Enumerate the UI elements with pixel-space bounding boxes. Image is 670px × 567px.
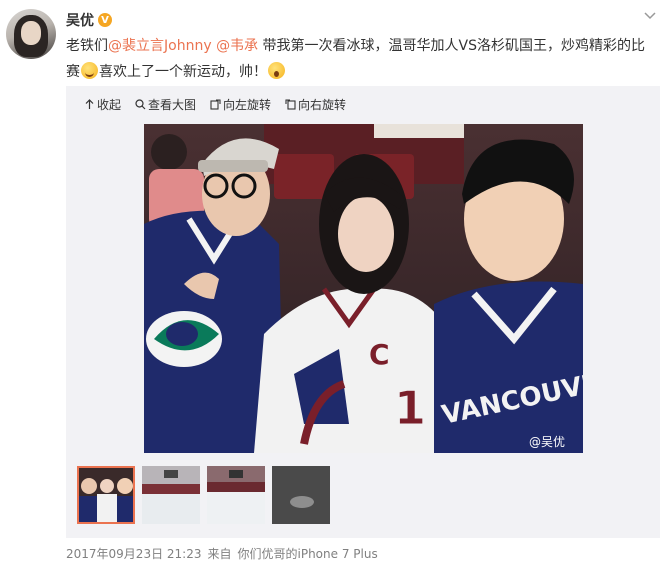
post-meta: 2017年09月23日 21:23 来自 你们优哥的iPhone 7 Plus bbox=[66, 545, 378, 562]
timestamp[interactable]: 2017年09月23日 21:23 bbox=[66, 545, 201, 562]
arrow-up-icon bbox=[85, 99, 94, 109]
selfie-photo: C 1 VANCOUVER @吴优 bbox=[144, 124, 583, 453]
thumbnail-strip bbox=[77, 466, 330, 524]
main-photo[interactable]: C 1 VANCOUVER @吴优 bbox=[144, 124, 583, 453]
view-large-button[interactable]: 查看大图 bbox=[135, 96, 196, 113]
mention-link[interactable]: @裴立言Johnny bbox=[108, 38, 212, 54]
thumbnail-2[interactable] bbox=[142, 466, 200, 524]
thumbnail-1[interactable] bbox=[77, 466, 135, 524]
chevron-down-icon[interactable] bbox=[644, 12, 656, 20]
thumbnail-3[interactable] bbox=[207, 466, 265, 524]
source-device[interactable]: 你们优哥的iPhone 7 Plus bbox=[238, 545, 378, 562]
post-text-part: 喜欢上了一个新运动，帅！ bbox=[99, 64, 267, 80]
username[interactable]: 吴优 V bbox=[66, 10, 112, 30]
verified-badge-icon: V bbox=[98, 13, 112, 27]
rotate-right-icon bbox=[285, 99, 296, 110]
rotate-left-button[interactable]: 向左旋转 bbox=[210, 96, 271, 113]
username-label[interactable]: 吴优 bbox=[66, 10, 94, 30]
search-icon bbox=[135, 99, 146, 110]
collapse-button[interactable]: 收起 bbox=[84, 96, 121, 113]
smile-emoji-icon bbox=[81, 62, 98, 79]
jersey-number: 1 bbox=[394, 381, 426, 435]
shocked-emoji-icon bbox=[268, 62, 285, 79]
media-panel: 收起 查看大图 向左旋转 向右旋转 C 1 VANCOUVER @吴优 bbox=[66, 86, 660, 538]
captain-mark: C bbox=[369, 338, 390, 371]
source-prefix: 来自 bbox=[207, 547, 232, 561]
avatar[interactable] bbox=[6, 9, 56, 59]
mention-link[interactable]: @韦承 bbox=[216, 38, 258, 54]
rotate-left-icon bbox=[210, 99, 221, 110]
thumbnail-4[interactable] bbox=[272, 466, 330, 524]
photo-watermark: @吴优 bbox=[529, 435, 565, 449]
media-toolbar: 收起 查看大图 向左旋转 向右旋转 bbox=[84, 96, 346, 113]
rotate-right-button[interactable]: 向右旋转 bbox=[285, 96, 346, 113]
post-text-part: 老铁们 bbox=[66, 38, 108, 54]
post-text: 老铁们@裴立言Johnny @韦承 带我第一次看冰球，温哥华加人VS洛杉矶国王，… bbox=[66, 33, 656, 85]
